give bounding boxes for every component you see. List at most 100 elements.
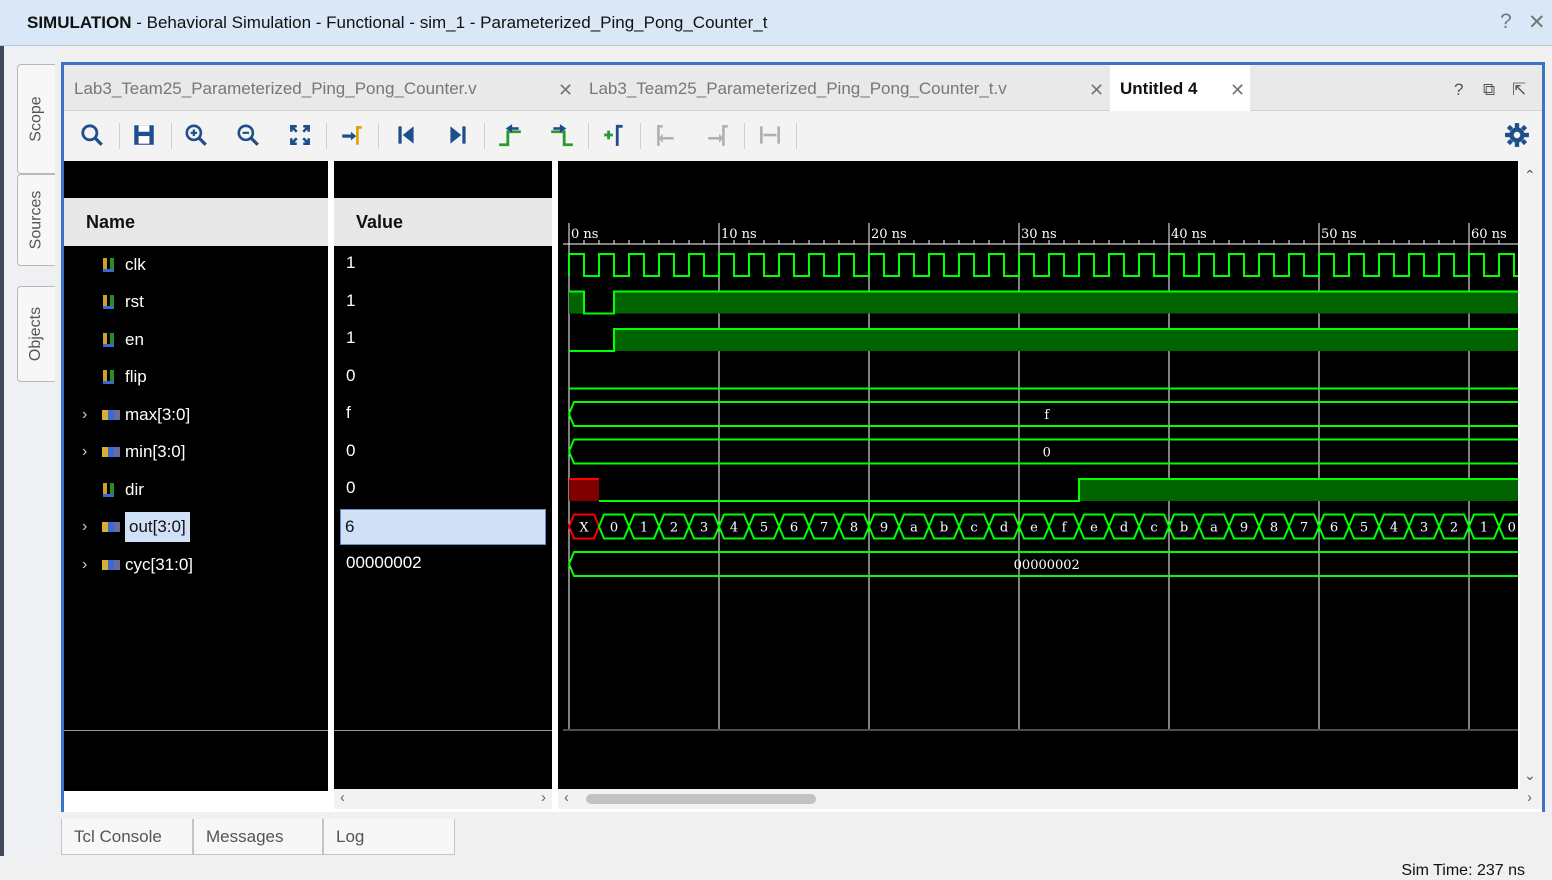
- save-icon[interactable]: [128, 119, 160, 151]
- go-to-end-icon[interactable]: [442, 119, 474, 151]
- signal-name-row[interactable]: › out[3:0]: [82, 509, 190, 546]
- signal-name-row[interactable]: rst: [82, 284, 144, 321]
- next-marker-icon[interactable]: [702, 119, 734, 151]
- window-title: SIMULATION - Behavioral Simulation - Fun…: [27, 13, 768, 32]
- signal-value[interactable]: 1: [346, 321, 355, 358]
- bit-signal-icon: [100, 292, 122, 312]
- out-label: c: [970, 521, 977, 536]
- next-transition-icon[interactable]: [546, 119, 578, 151]
- signal-name-row[interactable]: en: [82, 321, 144, 358]
- signal-value[interactable]: 1: [346, 246, 355, 283]
- zoom-out-icon[interactable]: [232, 119, 264, 151]
- signal-name-row[interactable]: dir: [82, 471, 144, 508]
- bit-signal-icon: [100, 255, 122, 275]
- help-button[interactable]: ?: [1500, 10, 1512, 34]
- scroll-up-icon[interactable]: ⌃: [1524, 167, 1536, 184]
- status-bar: Sim Time: 237 ns: [0, 856, 1552, 880]
- out-label: e: [1030, 521, 1038, 536]
- zoom-fit-icon[interactable]: [284, 119, 316, 151]
- wave-toolbar: [64, 111, 1542, 161]
- expand-chevron-icon[interactable]: ›: [82, 518, 100, 536]
- min-label: 0: [1043, 446, 1051, 461]
- out-label: 9: [1240, 521, 1248, 536]
- search-icon[interactable]: [76, 119, 108, 151]
- rst-fill: [614, 291, 1519, 314]
- tab-messages[interactable]: Messages: [193, 819, 323, 855]
- tab-scope[interactable]: Scope: [17, 64, 55, 174]
- tab-objects[interactable]: Objects: [17, 286, 55, 382]
- tab-tcl-console[interactable]: Tcl Console: [61, 819, 193, 855]
- signal-name-row[interactable]: › max[3:0]: [82, 396, 190, 433]
- out-label: e: [1090, 521, 1098, 536]
- tab-sources[interactable]: Sources: [17, 174, 55, 266]
- tab-log[interactable]: Log: [323, 819, 455, 855]
- tab-untitled-4[interactable]: Untitled 4 ✕: [1110, 65, 1250, 111]
- waveform-view[interactable]: 0 ns 10 ns 20 ns 30 ns 40 ns 50 ns 60 ns f 0 X 0 1 2…: [558, 161, 1526, 791]
- scroll-left-icon[interactable]: ‹: [564, 789, 569, 806]
- bit-signal-icon: [100, 367, 122, 387]
- signal-name-row[interactable]: › min[3:0]: [82, 434, 185, 471]
- out-label: 0: [1508, 521, 1516, 536]
- en-fill: [614, 329, 1519, 351]
- zoom-in-icon[interactable]: [180, 119, 212, 151]
- out-label: f: [1062, 521, 1068, 536]
- wave-hscrollbar[interactable]: ‹ ›: [558, 789, 1542, 809]
- rst-fill: [569, 291, 584, 314]
- out-label: d: [1120, 521, 1128, 536]
- out-label: 0: [610, 521, 618, 536]
- signal-value[interactable]: 0: [346, 359, 355, 396]
- signal-name-row[interactable]: › cyc[31:0]: [82, 546, 193, 583]
- time-tick-label: 60 ns: [1471, 227, 1507, 242]
- scroll-thumb[interactable]: [586, 794, 816, 804]
- settings-icon[interactable]: [1501, 119, 1533, 151]
- expand-chevron-icon[interactable]: ›: [82, 443, 100, 461]
- scroll-right-icon[interactable]: ›: [1527, 789, 1532, 806]
- close-button[interactable]: ✕: [1528, 10, 1546, 35]
- tab-counter-t-v[interactable]: Lab3_Team25_Parameterized_Ping_Pong_Coun…: [579, 65, 1109, 111]
- scroll-left-icon[interactable]: ‹: [340, 789, 345, 806]
- value-header[interactable]: Value: [334, 198, 552, 246]
- signal-name: max[3:0]: [125, 404, 191, 424]
- out-label: 9: [880, 521, 888, 536]
- scroll-down-icon[interactable]: ⌄: [1524, 767, 1536, 784]
- bus-signal-icon: [100, 517, 122, 537]
- name-column: Name clk rst en flip › max[3:0] › min[3:0] dir › o…: [64, 161, 328, 791]
- bus-signal-icon: [100, 442, 122, 462]
- signal-value[interactable]: 6: [340, 508, 546, 545]
- signal-value[interactable]: f: [346, 396, 351, 433]
- vertical-scrollbar[interactable]: ⌃ ⌄: [1520, 161, 1542, 791]
- out-label: 8: [1270, 521, 1278, 536]
- value-hscrollbar[interactable]: ‹ ›: [334, 789, 552, 809]
- out-label: X: [579, 521, 589, 536]
- close-icon[interactable]: ✕: [1230, 80, 1245, 101]
- out-label: 3: [700, 521, 708, 536]
- signal-value[interactable]: 0: [346, 471, 355, 508]
- close-icon[interactable]: ✕: [1089, 80, 1104, 101]
- help-icon[interactable]: ?: [1454, 80, 1463, 100]
- out-label: 5: [760, 521, 768, 536]
- time-tick-label: 50 ns: [1321, 227, 1357, 242]
- dir-fill: [1079, 479, 1519, 501]
- previous-marker-icon[interactable]: [650, 119, 682, 151]
- go-to-cursor-icon[interactable]: [336, 119, 368, 151]
- swap-cursors-icon[interactable]: [754, 119, 786, 151]
- scroll-right-icon[interactable]: ›: [541, 789, 546, 806]
- previous-transition-icon[interactable]: [494, 119, 526, 151]
- signal-value[interactable]: 1: [346, 284, 355, 321]
- signal-value[interactable]: 00000002: [346, 546, 422, 583]
- tab-counter-v[interactable]: Lab3_Team25_Parameterized_Ping_Pong_Coun…: [64, 65, 584, 111]
- title-bar: SIMULATION - Behavioral Simulation - Fun…: [0, 0, 1552, 46]
- signal-name: flip: [125, 367, 147, 386]
- go-to-start-icon[interactable]: [390, 119, 422, 151]
- name-header[interactable]: Name: [64, 198, 328, 246]
- bit-signal-icon: [100, 330, 122, 350]
- add-marker-icon[interactable]: [598, 119, 630, 151]
- signal-name-row[interactable]: clk: [82, 246, 146, 283]
- expand-chevron-icon[interactable]: ›: [82, 556, 100, 574]
- signal-value[interactable]: 0: [346, 434, 355, 471]
- expand-chevron-icon[interactable]: ›: [82, 406, 100, 424]
- float-icon[interactable]: ⇱: [1512, 80, 1526, 100]
- close-icon[interactable]: ✕: [558, 80, 573, 101]
- signal-name-row[interactable]: flip: [82, 359, 147, 396]
- restore-icon[interactable]: ⧉: [1483, 80, 1495, 100]
